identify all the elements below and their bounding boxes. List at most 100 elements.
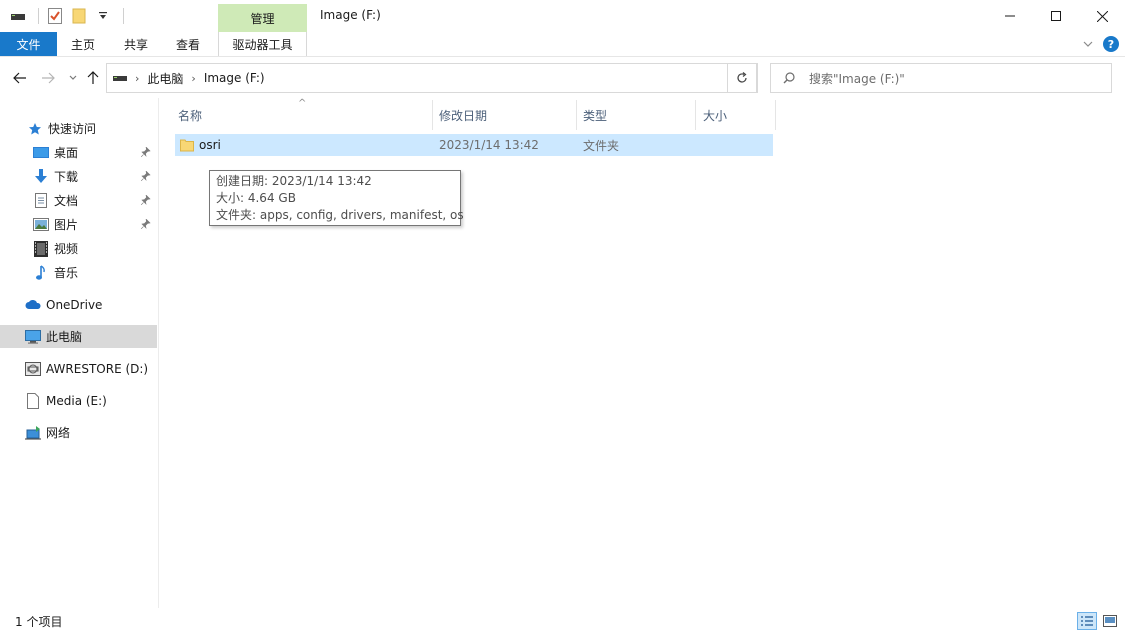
ribbon-controls: ? <box>1083 36 1119 52</box>
tooltip-created: 创建日期: 2023/1/14 13:42 <box>216 174 372 188</box>
breadcrumb-separator[interactable]: › <box>191 72 195 85</box>
minimize-button[interactable] <box>987 0 1033 32</box>
address-bar[interactable]: › 此电脑 › Image (F:) <box>106 63 815 93</box>
file-type: 文件夹 <box>583 138 620 153</box>
sort-ascending-icon: ^ <box>298 98 307 109</box>
separator <box>38 8 39 24</box>
column-header-size[interactable]: 大小 <box>703 100 727 130</box>
search-placeholder: 搜索"Image (F:)" <box>809 71 905 86</box>
nav-network[interactable]: 网络 <box>0 421 157 444</box>
drive-icon <box>113 74 127 82</box>
desktop-icon <box>32 144 50 162</box>
recent-locations-icon[interactable] <box>64 70 82 86</box>
nav-drive-e[interactable]: Media (E:) <box>0 389 157 412</box>
column-divider[interactable] <box>775 100 776 130</box>
nav-drive-d[interactable]: AWRESTORE (D:) <box>0 357 157 380</box>
status-bar: 1 个项目 <box>0 608 1125 634</box>
tab-view[interactable]: 查看 <box>166 32 210 56</box>
help-icon[interactable]: ? <box>1103 36 1119 52</box>
nav-this-pc[interactable]: 此电脑 <box>0 325 157 348</box>
back-arrow-icon[interactable] <box>11 70 29 86</box>
search-icon <box>783 72 795 84</box>
nav-label: AWRESTORE (D:) <box>46 361 149 376</box>
tooltip-folders: 文件夹: apps, config, drivers, manifest, os <box>216 208 464 222</box>
drive-icon <box>24 360 42 378</box>
column-header-date[interactable]: 修改日期 <box>439 100 487 130</box>
details-view-icon[interactable] <box>1077 612 1097 630</box>
music-icon <box>32 264 50 282</box>
folder-icon <box>180 134 194 156</box>
nav-label: Media (E:) <box>46 393 107 408</box>
file-name[interactable]: osri <box>199 134 221 156</box>
tooltip-size: 大小: 4.64 GB <box>216 191 296 205</box>
separator <box>123 8 124 24</box>
tab-drive-tools[interactable]: 驱动器工具 <box>218 32 307 56</box>
title-bar: 管理 Image (F:) <box>0 0 1125 32</box>
nav-onedrive[interactable]: OneDrive <box>0 293 157 316</box>
manage-tab[interactable]: 管理 <box>218 4 307 32</box>
picture-icon <box>32 216 50 234</box>
customize-toolbar-icon[interactable] <box>93 6 113 26</box>
forward-arrow-icon[interactable] <box>39 70 57 86</box>
nav-quick-access[interactable]: 快速访问 <box>0 117 157 140</box>
computer-icon <box>24 328 42 346</box>
nav-label: 音乐 <box>54 266 79 280</box>
nav-item-music[interactable]: 音乐 <box>0 261 157 284</box>
nav-item-videos[interactable]: 视频 <box>0 237 157 260</box>
column-divider[interactable] <box>576 100 577 130</box>
folder-info-tooltip: 创建日期: 2023/1/14 13:42 大小: 4.64 GB 文件夹: a… <box>209 170 464 226</box>
window-title: Image (F:) <box>320 8 381 22</box>
close-button[interactable] <box>1079 0 1125 32</box>
item-count: 1 个项目 <box>15 615 63 629</box>
nav-label: 此电脑 <box>46 330 83 344</box>
ribbon-tabs: 文件 主页 共享 查看 驱动器工具 ? <box>0 32 1125 57</box>
tab-share[interactable]: 共享 <box>114 32 158 56</box>
quick-access-toolbar <box>8 6 130 26</box>
navigation-bar: › 此电脑 › Image (F:) 搜索"Image (F:)" <box>0 58 1125 98</box>
cloud-icon <box>24 296 42 314</box>
table-row[interactable]: osri 2023/1/14 13:42 文件夹 <box>175 134 773 156</box>
drive-icon[interactable] <box>8 6 28 26</box>
up-arrow-icon[interactable] <box>84 70 102 86</box>
nav-label: 桌面 <box>54 146 79 160</box>
pin-icon[interactable] <box>139 145 153 159</box>
breadcrumb-image-f[interactable]: Image (F:) <box>204 71 265 85</box>
column-divider[interactable] <box>695 100 696 130</box>
nav-label: 下载 <box>54 170 79 184</box>
nav-label: 文档 <box>54 194 79 208</box>
column-header-type[interactable]: 类型 <box>583 100 607 130</box>
properties-icon[interactable] <box>45 6 65 26</box>
nav-label: 图片 <box>54 218 79 232</box>
nav-item-documents[interactable]: 文档 <box>0 189 157 212</box>
column-header-name[interactable]: 名称 <box>178 100 202 130</box>
file-date: 2023/1/14 13:42 <box>439 138 539 152</box>
breadcrumb-separator[interactable]: › <box>135 72 139 85</box>
nav-item-pictures[interactable]: 图片 <box>0 213 157 236</box>
tab-home[interactable]: 主页 <box>61 32 105 56</box>
nav-item-downloads[interactable]: 下载 <box>0 165 157 188</box>
network-icon <box>24 424 42 442</box>
nav-item-desktop[interactable]: 桌面 <box>0 141 157 164</box>
breadcrumb-this-pc[interactable]: 此电脑 <box>147 70 183 87</box>
nav-label: 视频 <box>54 242 79 256</box>
star-icon <box>26 120 44 138</box>
search-input[interactable]: 搜索"Image (F:)" <box>770 63 1112 93</box>
expand-ribbon-icon[interactable] <box>1083 37 1093 51</box>
download-icon <box>32 168 50 186</box>
large-icons-view-icon[interactable] <box>1100 612 1120 630</box>
pin-icon[interactable] <box>139 193 153 207</box>
navigation-pane: 快速访问 桌面 下载 文档 图片 视频 音乐 OneDrive 此电脑 AWRE… <box>0 98 159 608</box>
blank-drive-icon <box>24 392 42 410</box>
new-folder-icon[interactable] <box>69 6 89 26</box>
maximize-button[interactable] <box>1033 0 1079 32</box>
pin-icon[interactable] <box>139 169 153 183</box>
document-icon <box>32 192 50 210</box>
video-icon <box>32 240 50 258</box>
nav-label: OneDrive <box>46 297 103 312</box>
nav-label: 网络 <box>46 426 71 440</box>
column-divider[interactable] <box>432 100 433 130</box>
tab-file[interactable]: 文件 <box>0 32 57 56</box>
pin-icon[interactable] <box>139 217 153 231</box>
refresh-icon[interactable] <box>727 63 757 93</box>
nav-label: 快速访问 <box>48 122 97 136</box>
